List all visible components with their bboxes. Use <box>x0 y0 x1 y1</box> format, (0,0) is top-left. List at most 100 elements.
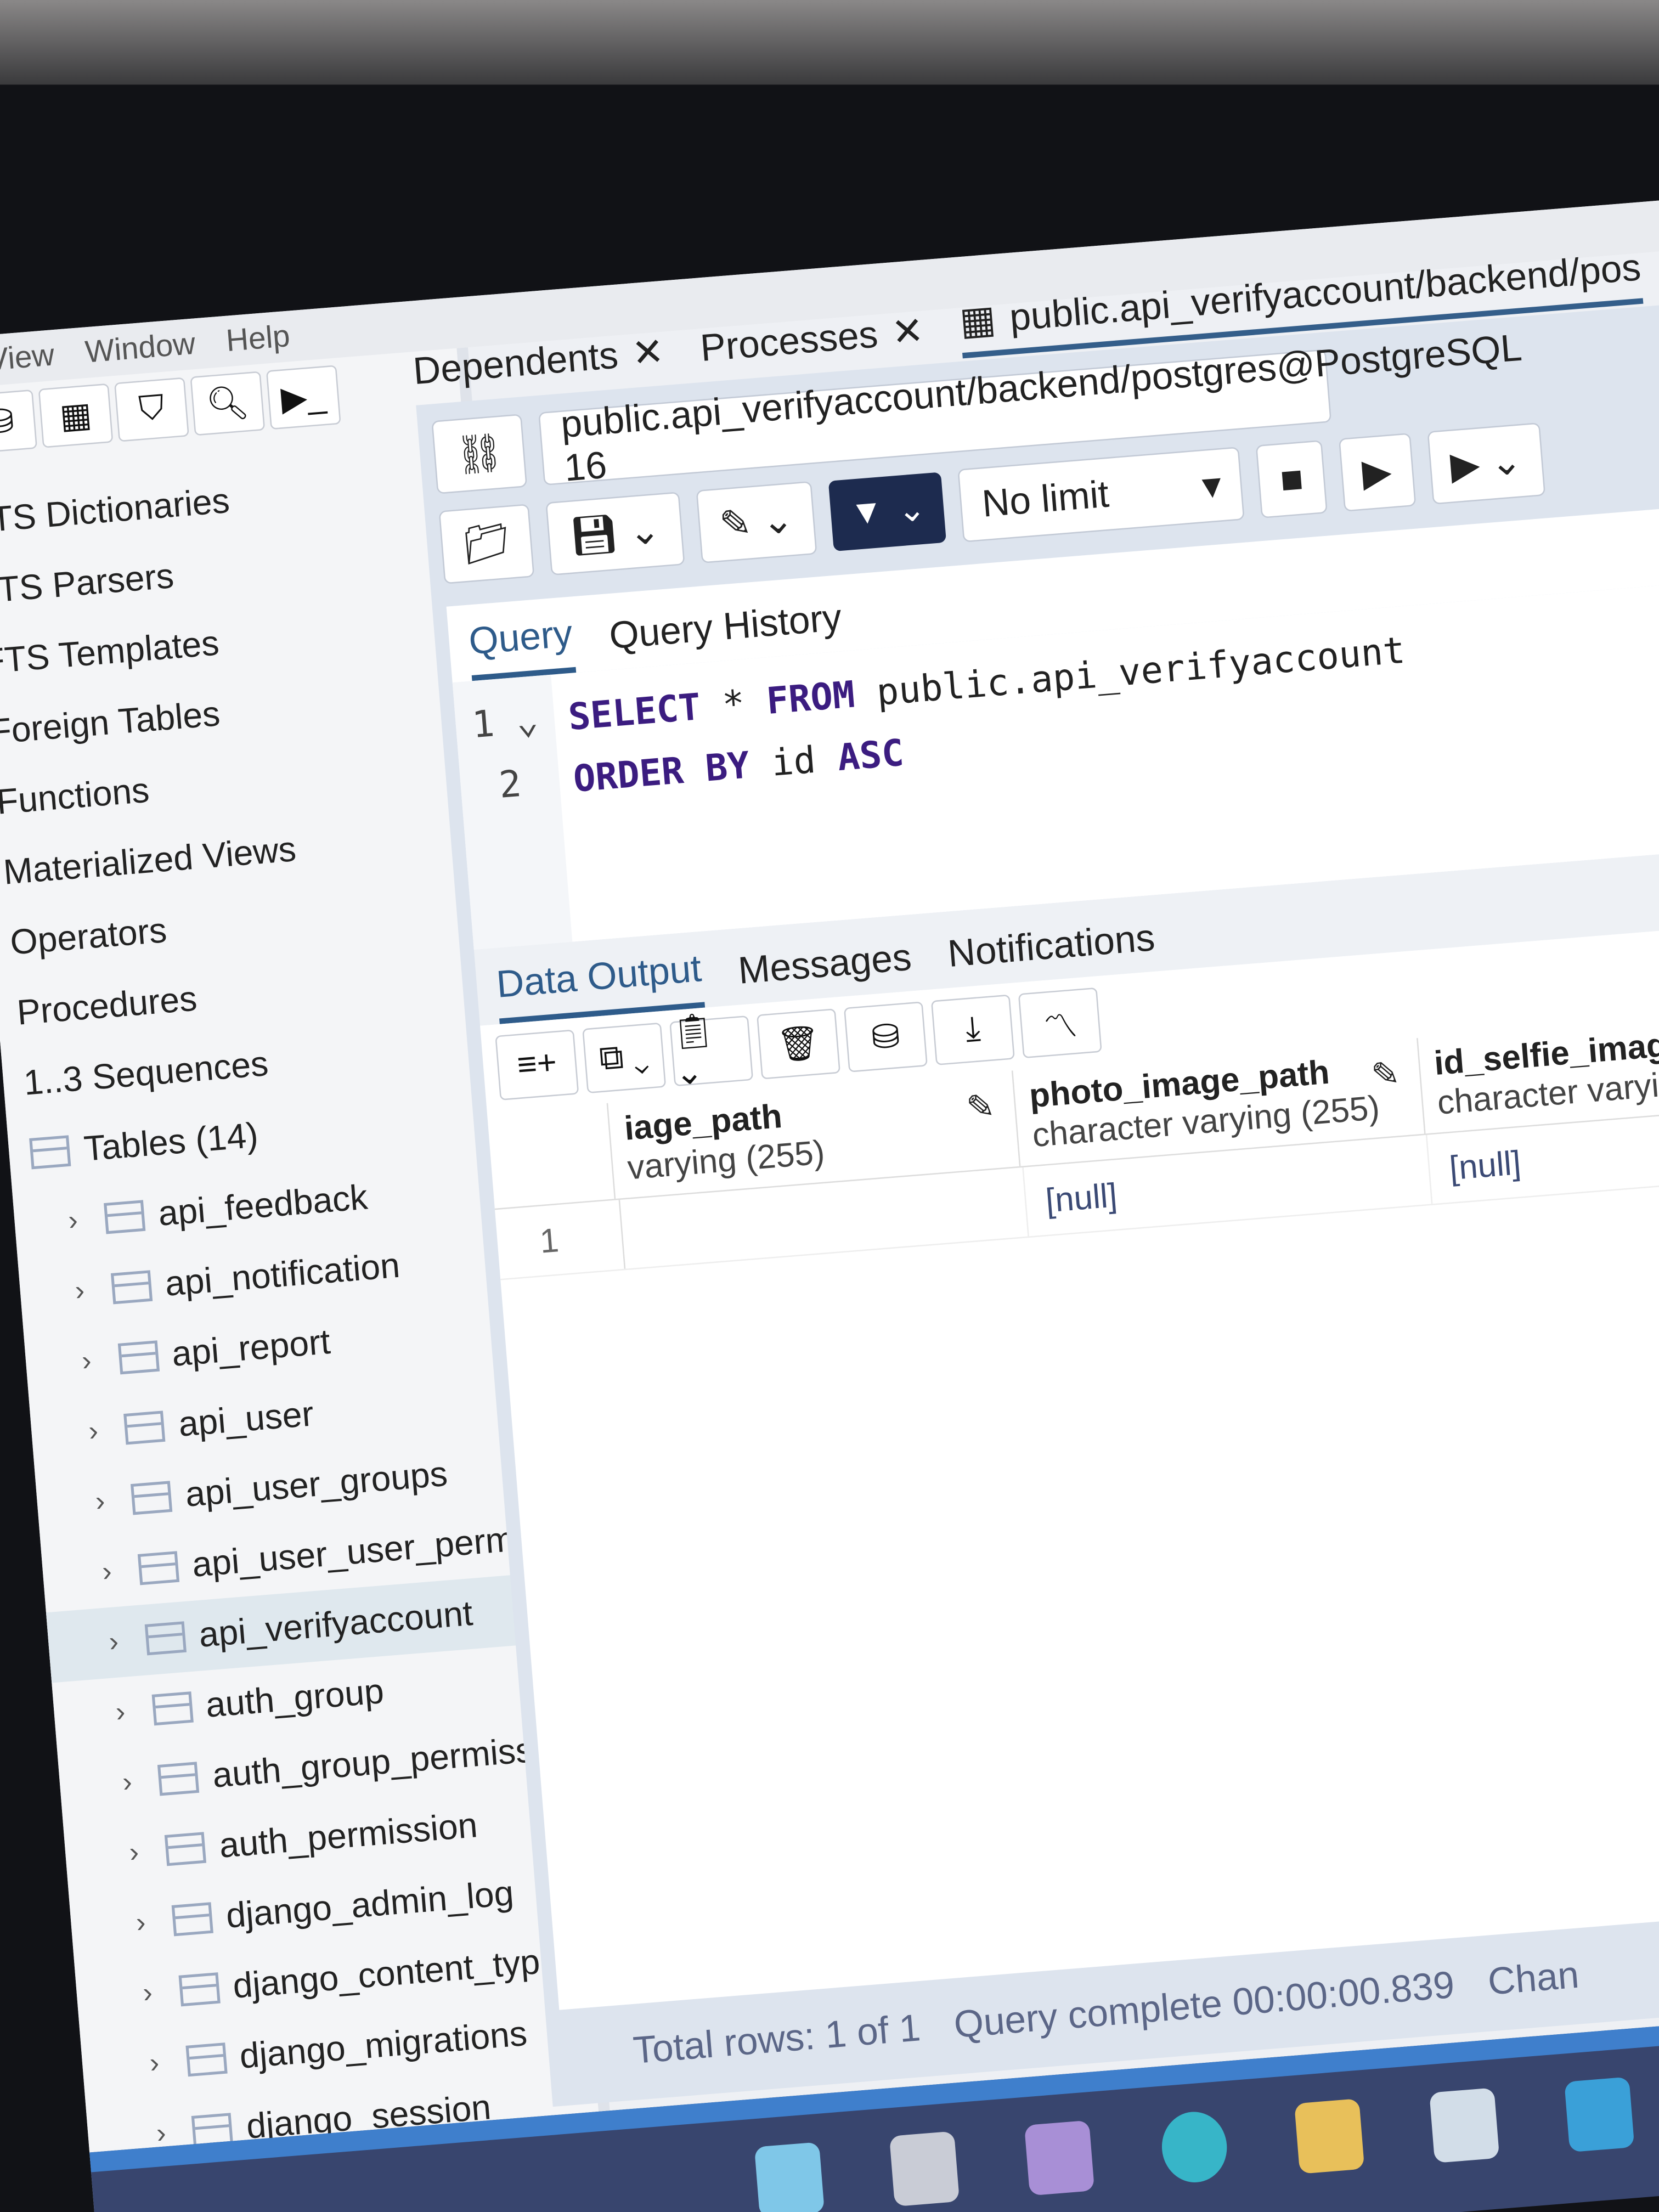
chevron-right-icon[interactable]: › <box>101 1554 140 1589</box>
table-icon <box>185 2042 227 2077</box>
total-rows: Total rows: 1 of 1 <box>631 2006 922 2072</box>
changes-status: Chan <box>1486 1953 1581 2004</box>
tree-item-label: django_admin_log <box>224 1873 515 1936</box>
edit-icon[interactable]: ✎ ⌄ <box>695 481 818 564</box>
kw-asc: ASC <box>836 732 906 781</box>
bezel <box>0 0 1659 85</box>
copy-icon[interactable]: ⧉ ⌄ <box>582 1022 667 1094</box>
tree-item-label: api_report <box>170 1322 332 1374</box>
photo: View Window Help ⛁ ▦ ⛉ 🔍︎ ▶_ FTS Diction… <box>0 0 1659 2212</box>
terminal-icon[interactable]: ▶_ <box>266 365 341 430</box>
edge-icon[interactable] <box>1159 2109 1230 2185</box>
filter-button[interactable]: ▼ ⌄ <box>828 472 947 551</box>
table-icon <box>165 1832 207 1866</box>
filter-icon: ▼ <box>848 492 885 533</box>
chevron-down-icon: ⌄ <box>896 489 928 530</box>
notepad-icon[interactable] <box>1429 2087 1500 2163</box>
add-row-icon[interactable]: ≡+ <box>495 1029 579 1101</box>
tree-item-label: Materialized Views <box>2 829 298 892</box>
task-view-icon[interactable] <box>889 2131 960 2207</box>
tree-item-label: FTS Dictionaries <box>0 480 232 541</box>
execute-icon[interactable]: ▶ <box>1338 433 1416 512</box>
graph-icon[interactable]: 〽 <box>1018 987 1102 1059</box>
tree-item-label: Functions <box>0 770 151 822</box>
download-icon[interactable]: ⤓ <box>930 994 1015 1066</box>
chevron-right-icon[interactable]: › <box>87 1413 126 1448</box>
tree-item-label: FTS Parsers <box>0 556 176 611</box>
main-area: Dependents ✕ Processes ✕ ▦ public.api_verifya… <box>410 225 1659 2107</box>
kw-order-by: ORDER BY <box>572 745 752 802</box>
tree-item-label: Tables (14) <box>82 1115 260 1169</box>
tab-label: Processes <box>698 313 880 370</box>
save-data-icon[interactable]: ⛁ <box>843 1001 928 1073</box>
edit-pencil-icon[interactable]: ✎ <box>1370 1054 1402 1097</box>
tree-item-label: auth_group <box>204 1671 386 1725</box>
tab-label: Dependents <box>411 334 620 393</box>
search-icon[interactable]: 🔍︎ <box>190 371 266 436</box>
tree-item-label: api_user <box>177 1393 315 1444</box>
kw-from: FROM <box>765 674 857 724</box>
table-icon <box>178 1972 221 2007</box>
table-icon <box>171 1902 213 1937</box>
chevron-right-icon[interactable]: › <box>121 1764 160 1799</box>
file-explorer-icon[interactable] <box>1294 2098 1365 2174</box>
caret-down-icon: ▾ <box>1200 463 1223 507</box>
explain-icon[interactable]: ▶ ⌄ <box>1426 422 1547 505</box>
menu-view[interactable]: View <box>0 337 56 379</box>
table-icon <box>151 1691 193 1726</box>
code-table: public.api_verifyaccount <box>853 630 1407 717</box>
limit-value: No limit <box>980 472 1110 525</box>
table-icon <box>144 1621 187 1656</box>
query-time: Query complete 00:00:00.839 <box>952 1963 1456 2046</box>
row-number: 1 <box>495 1200 625 1279</box>
tree-item-label: api_user_user_permis: <box>190 1516 552 1584</box>
chevron-right-icon[interactable]: › <box>142 1975 180 2010</box>
tree-item-label: auth_group_permissio <box>211 1728 562 1795</box>
table-icon <box>157 1762 200 1796</box>
pgadmin-window: View Window Help ⛁ ▦ ⛉ 🔍︎ ▶_ FTS Diction… <box>0 191 1659 2212</box>
open-file-icon[interactable]: 📁︎ <box>438 504 535 584</box>
tree-item-label: Operators <box>8 910 168 962</box>
chevron-right-icon[interactable]: › <box>67 1203 106 1238</box>
tree-item-label: django_migrations <box>238 2013 529 2076</box>
tree-item-label: django_content_type <box>231 1940 561 2006</box>
chevron-right-icon[interactable]: › <box>135 1905 174 1940</box>
delete-icon[interactable]: 🗑︎ <box>757 1008 841 1080</box>
copilot-icon[interactable] <box>1024 2120 1095 2196</box>
table-view-icon[interactable]: ▦ <box>38 383 114 448</box>
edit-pencil-icon[interactable]: ✎ <box>965 1086 997 1129</box>
data-grid: ≡+ ⧉ ⌄ 📋︎ ⌄ 🗑︎ ⛁ ⤓ 〽 iage_path varying (2… <box>480 918 1659 2010</box>
table-icon <box>117 1340 160 1375</box>
query-tool: ⛓ public.api_verifyaccount/backend/postg… <box>416 295 1659 2107</box>
table-icon: ▦ <box>958 298 997 343</box>
stop-icon[interactable]: ■ <box>1256 440 1328 518</box>
chevron-right-icon[interactable]: › <box>74 1273 113 1308</box>
code-star: * <box>698 681 769 729</box>
limit-select[interactable]: No limit ▾ <box>958 447 1245 543</box>
table-icon <box>137 1551 180 1585</box>
close-icon[interactable]: ✕ <box>630 330 665 376</box>
tree-item-label: Foreign Tables <box>0 693 222 752</box>
tab-query[interactable]: Query <box>467 612 576 681</box>
save-icon[interactable]: 💾︎ ⌄ <box>546 492 685 576</box>
connection-status-icon[interactable]: ⛓ <box>431 414 528 494</box>
table-icon <box>124 1410 166 1445</box>
chevron-right-icon[interactable]: › <box>94 1483 133 1519</box>
start-icon[interactable] <box>754 2142 825 2212</box>
paste-icon[interactable]: 📋︎ ⌄ <box>669 1011 754 1093</box>
vscode-icon[interactable] <box>1564 2076 1635 2153</box>
table-icon <box>104 1200 146 1234</box>
code-id: id <box>748 738 840 788</box>
filter-table-icon[interactable]: ⛉ <box>114 377 189 442</box>
chevron-right-icon[interactable]: › <box>128 1835 167 1870</box>
chevron-right-icon[interactable]: › <box>81 1343 120 1378</box>
database-icon[interactable]: ⛁ <box>0 389 38 454</box>
menu-window[interactable]: Window <box>84 325 197 371</box>
chevron-right-icon[interactable]: › <box>115 1694 154 1729</box>
tree-item-label: api_user_groups <box>184 1453 449 1514</box>
chevron-right-icon[interactable]: › <box>149 2045 188 2080</box>
close-icon[interactable]: ✕ <box>890 309 925 356</box>
chevron-right-icon[interactable]: › <box>108 1624 146 1659</box>
tree-item-label: api_feedback <box>156 1177 369 1234</box>
menu-help[interactable]: Help <box>225 318 291 359</box>
